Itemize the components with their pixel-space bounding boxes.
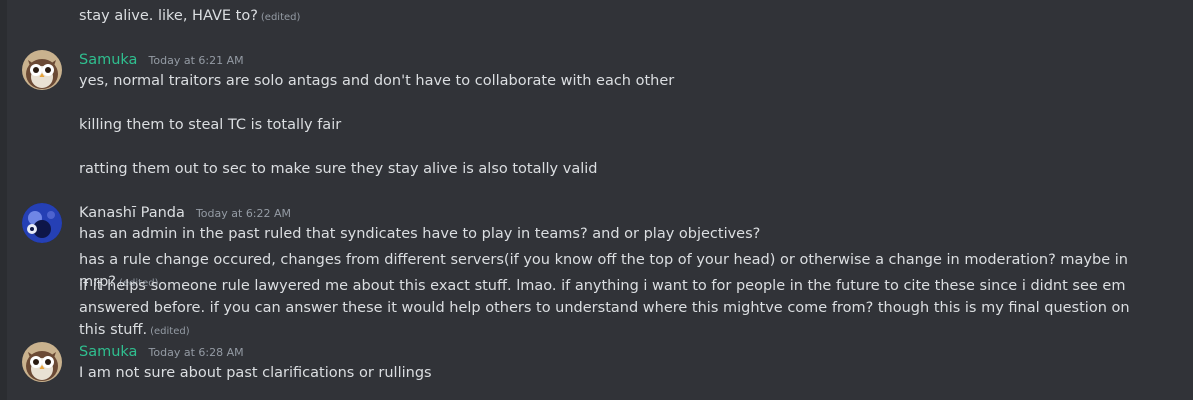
username[interactable]: Samuka	[79, 52, 137, 68]
message-line: if it helps someone rule lawyered me abo…	[79, 275, 1133, 343]
owl-icon	[22, 50, 62, 90]
previous-message-tail: stay alive. like, HAVE to? (edited)	[79, 6, 1163, 28]
message-header: Samuka Today at 6:21 AM	[79, 50, 244, 70]
message-text: stay alive. like, HAVE to?	[79, 8, 258, 24]
owl-avatar[interactable]	[22, 342, 62, 382]
message-line: ratting them out to sec to make sure the…	[79, 161, 598, 177]
message-header: Kanashī Panda Today at 6:22 AM	[79, 203, 291, 223]
panda-avatar[interactable]	[22, 203, 62, 243]
owl-avatar[interactable]	[22, 50, 62, 90]
message-line: killing them to steal TC is totally fair	[79, 117, 342, 133]
owl-icon	[22, 342, 62, 382]
edited-tag: (edited)	[150, 326, 190, 337]
channel-sidebar-edge	[0, 0, 7, 400]
message-text: if it helps someone rule lawyered me abo…	[79, 278, 1130, 338]
message-line: has an admin in the past ruled that synd…	[79, 226, 761, 242]
panda-icon	[22, 203, 62, 243]
message-line: yes, normal traitors are solo antags and…	[79, 73, 675, 89]
timestamp[interactable]: Today at 6:21 AM	[149, 54, 244, 67]
message-list[interactable]: stay alive. like, HAVE to? (edited) Samuk…	[7, 0, 1193, 400]
username[interactable]: Samuka	[79, 344, 137, 360]
message-header: Samuka Today at 6:28 AM	[79, 342, 244, 362]
timestamp[interactable]: Today at 6:22 AM	[196, 207, 291, 220]
username[interactable]: Kanashī Panda	[79, 205, 185, 221]
timestamp[interactable]: Today at 6:28 AM	[149, 346, 244, 359]
message-line: I am not sure about past clarifications …	[79, 365, 432, 381]
edited-tag: (edited)	[260, 12, 301, 23]
